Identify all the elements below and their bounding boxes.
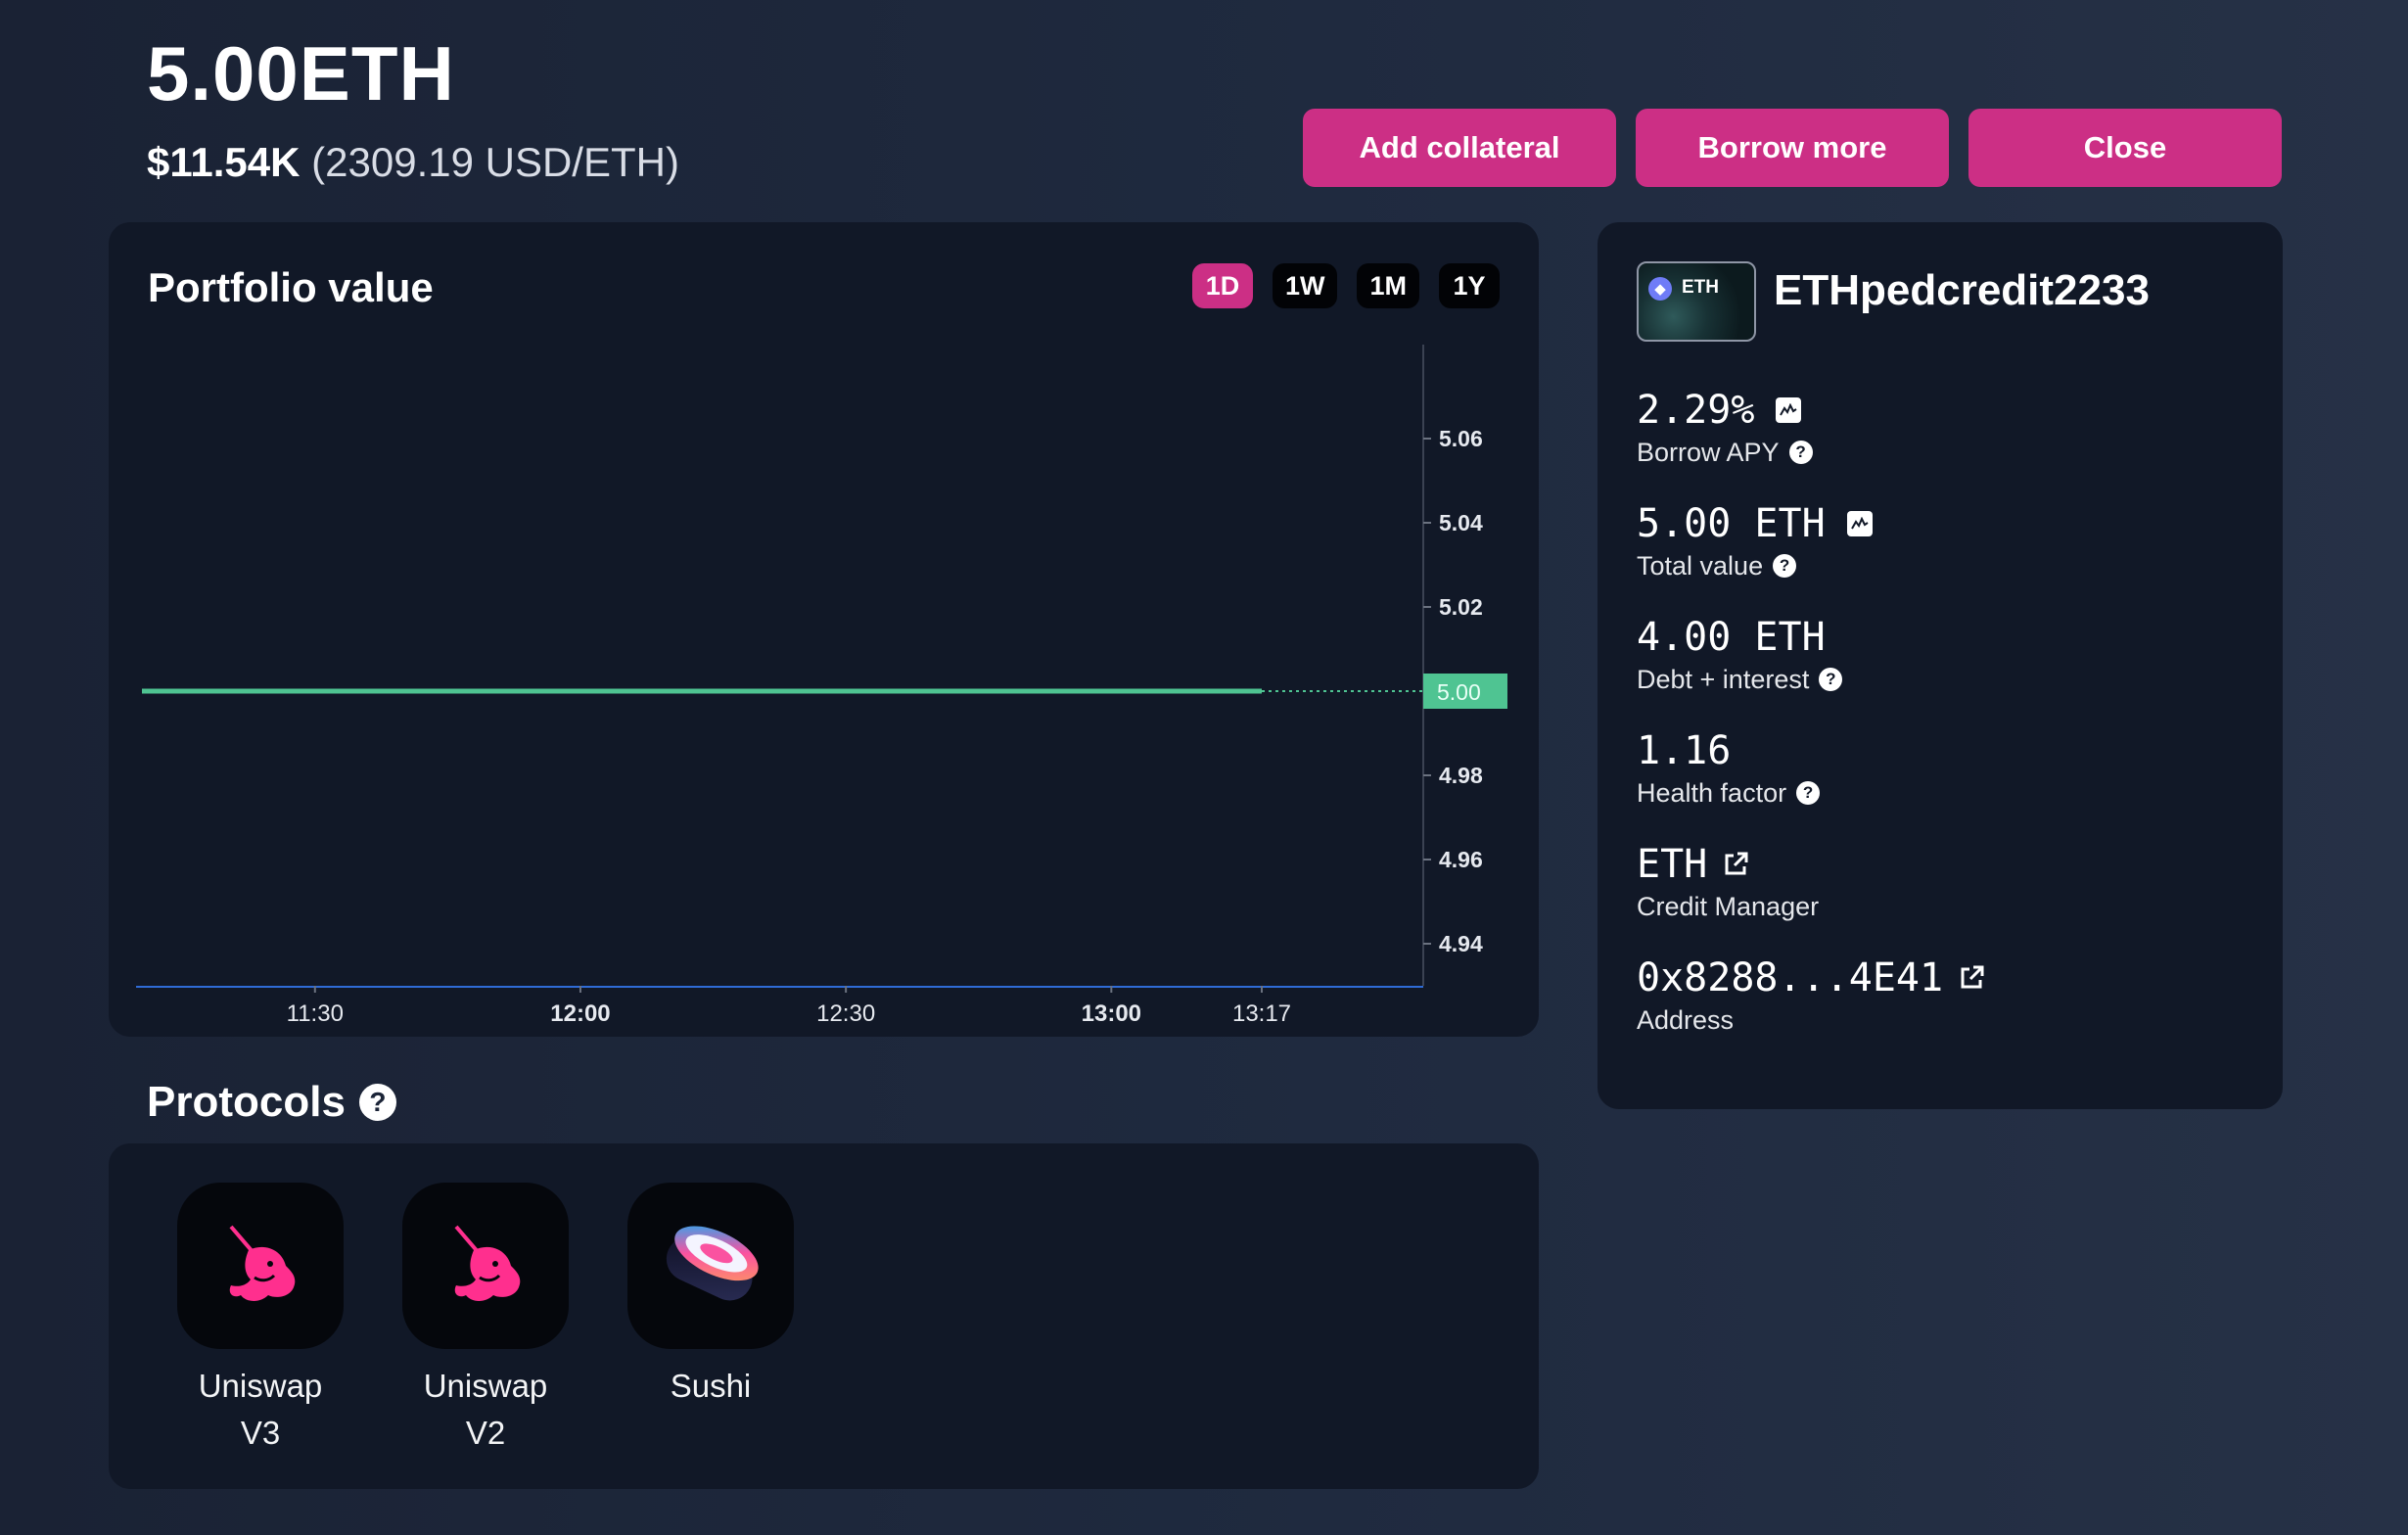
- y-tick-label: 5.06: [1439, 426, 1483, 451]
- x-tick-label: 13:00: [1082, 1000, 1141, 1027]
- position-usd-summary: $11.54K (2309.19 USD/ETH): [147, 137, 679, 188]
- stat-borrow-apy: 2.29% Borrow APY?: [1637, 386, 1813, 470]
- current-value-label: 5.00: [1437, 679, 1481, 705]
- uniswap-icon: [402, 1183, 569, 1349]
- help-icon[interactable]: ?: [358, 1084, 396, 1121]
- portfolio-chart-card: Portfolio value 1D 1W 1M 1Y 5.06 5.04 5.02…: [109, 222, 1539, 1037]
- stat-label: Health factor: [1637, 778, 1787, 808]
- stat-value: 2.29%: [1637, 388, 1755, 433]
- stat-value: 0x8288...4E41: [1637, 955, 1944, 1000]
- chart-icon[interactable]: [1846, 511, 1873, 536]
- protocol-sushi[interactable]: Sushi: [598, 1183, 823, 1410]
- protocol-uniswap-v3[interactable]: Uniswap V3: [148, 1183, 373, 1457]
- avatar-badge: ETH: [1682, 277, 1719, 298]
- stat-value: ETH: [1637, 842, 1708, 887]
- credit-account-avatar: ◆ ETH: [1637, 261, 1756, 342]
- external-link-icon[interactable]: [1957, 963, 1986, 993]
- stat-debt: 4.00 ETH Debt + interest?: [1637, 613, 1843, 697]
- ethereum-icon: ◆: [1648, 277, 1672, 301]
- y-tick-label: 5.02: [1439, 594, 1483, 620]
- protocol-label: Uniswap V2: [423, 1368, 548, 1451]
- sushi-icon: [627, 1183, 794, 1349]
- portfolio-chart: 5.06 5.04 5.02 4.98 4.96 4.94 11:30 12:00 12:30 1…: [136, 345, 1507, 1027]
- x-tick-label: 12:00: [550, 1000, 610, 1027]
- x-tick-label: 12:30: [816, 1000, 875, 1027]
- protocol-label: Uniswap V3: [198, 1368, 323, 1451]
- stat-label: Total value: [1637, 551, 1764, 581]
- external-link-icon[interactable]: [1721, 850, 1750, 879]
- stat-value: 4.00 ETH: [1637, 615, 1826, 660]
- uniswap-icon: [177, 1183, 344, 1349]
- stat-value: 1.16: [1637, 728, 1732, 773]
- position-balance: 5.00ETH: [147, 30, 455, 116]
- eth-usd-rate: (2309.19 USD/ETH): [311, 139, 679, 185]
- stat-label: Address: [1637, 1005, 1735, 1035]
- protocols-header: Protocols ?: [147, 1075, 396, 1130]
- protocol-uniswap-v2[interactable]: Uniswap V2: [373, 1183, 598, 1457]
- help-icon[interactable]: ?: [1773, 554, 1797, 578]
- borrow-more-button[interactable]: Borrow more: [1636, 109, 1949, 187]
- y-tick-label: 5.04: [1439, 510, 1483, 535]
- stat-label: Debt + interest: [1637, 665, 1810, 694]
- x-tick-label: 13:17: [1232, 1000, 1291, 1027]
- help-icon[interactable]: ?: [1819, 668, 1843, 691]
- y-tick-label: 4.94: [1439, 931, 1483, 956]
- stat-address: 0x8288...4E41 Address: [1637, 954, 1986, 1038]
- chart-icon[interactable]: [1776, 397, 1802, 423]
- stat-label: Borrow APY: [1637, 438, 1780, 467]
- x-tick-label: 11:30: [287, 1000, 344, 1027]
- add-collateral-button[interactable]: Add collateral: [1303, 109, 1616, 187]
- y-tick-label: 4.96: [1439, 847, 1483, 872]
- protocol-label: Sushi: [670, 1368, 752, 1404]
- y-tick-label: 4.98: [1439, 763, 1483, 788]
- help-icon[interactable]: ?: [1788, 441, 1813, 464]
- stat-credit-manager: ETH Credit Manager: [1637, 840, 1819, 924]
- stat-value: 5.00 ETH: [1637, 501, 1826, 546]
- usd-value: $11.54K: [147, 139, 301, 185]
- account-name: ETHpedcredit2233: [1774, 266, 2150, 314]
- help-icon[interactable]: ?: [1796, 781, 1821, 805]
- protocols-title: Protocols: [147, 1078, 346, 1126]
- stat-health-factor: 1.16 Health factor?: [1637, 726, 1821, 811]
- protocols-card: Uniswap V3 Uniswap V2 Sushi: [109, 1143, 1539, 1489]
- stat-label: Credit Manager: [1637, 892, 1820, 921]
- close-button[interactable]: Close: [1968, 109, 2282, 187]
- account-card: ◆ ETH ETHpedcredit2233 2.29% Borrow APY?…: [1598, 222, 2283, 1109]
- stat-total-value: 5.00 ETH Total value?: [1637, 499, 1873, 583]
